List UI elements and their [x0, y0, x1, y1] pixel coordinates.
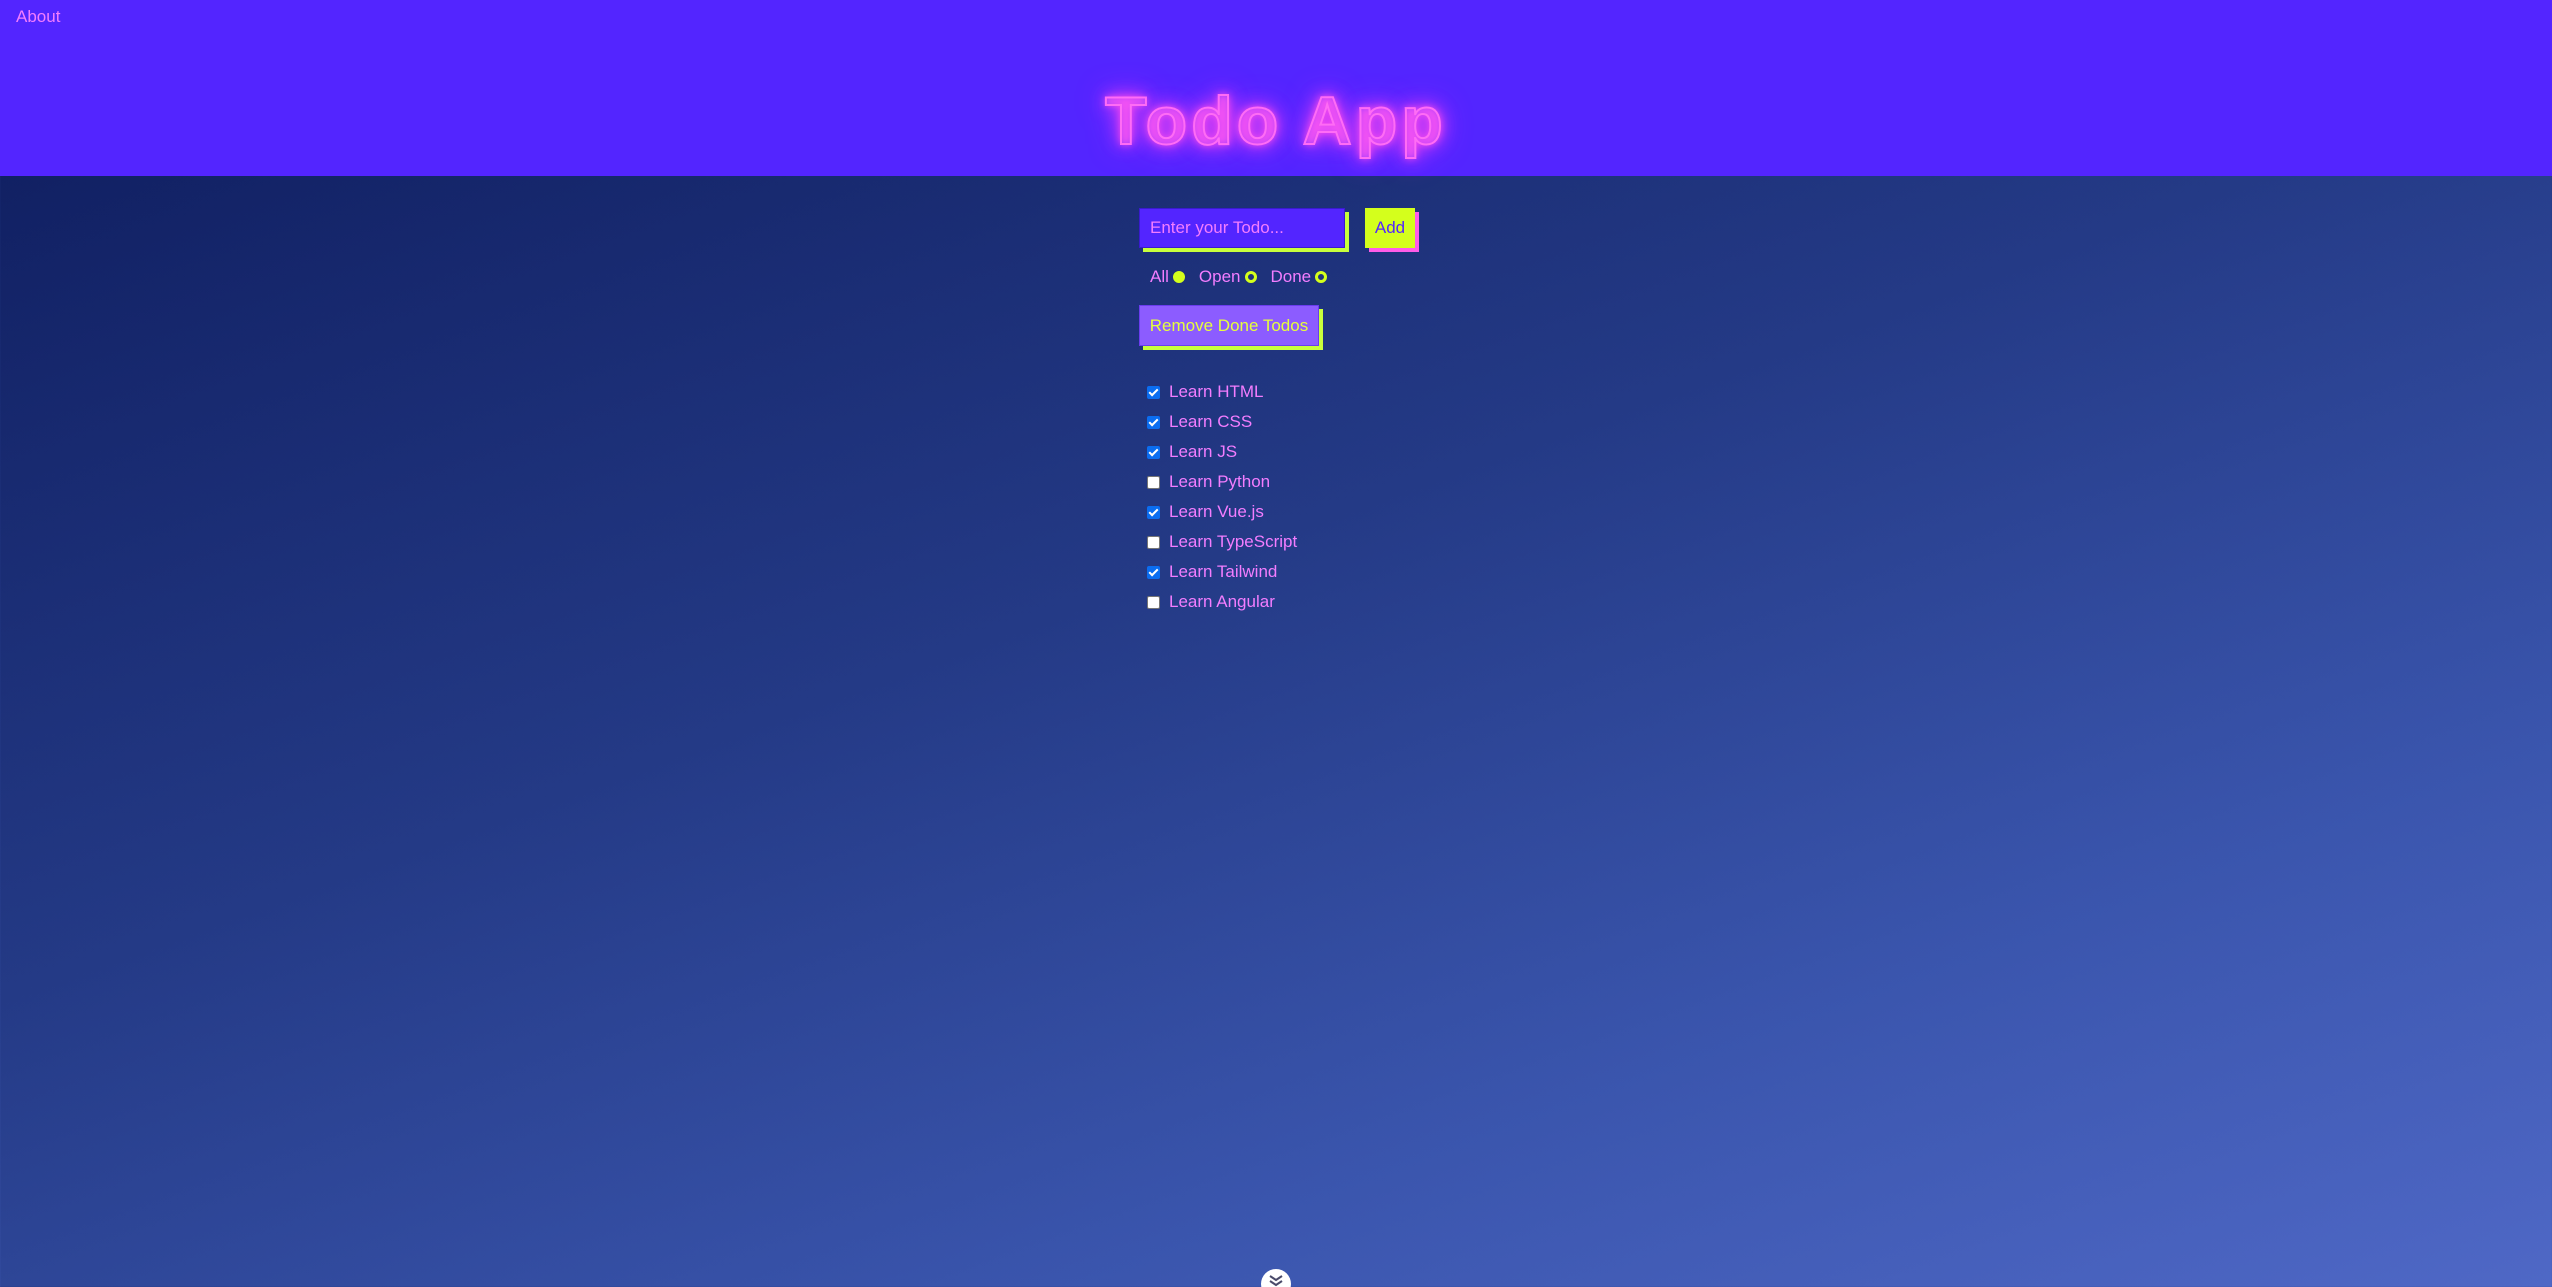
- todo-item: Learn HTML: [1147, 377, 1297, 407]
- todo-item: Learn Tailwind: [1147, 557, 1297, 587]
- filter-label: Open: [1198, 267, 1241, 286]
- todo-checkbox[interactable]: [1147, 595, 1160, 609]
- page-title: Todo App: [1104, 82, 1447, 160]
- todo-text: Learn HTML: [1169, 382, 1264, 401]
- todo-item: Learn JS: [1147, 437, 1297, 467]
- todo-checkbox[interactable]: [1147, 385, 1160, 399]
- filter-label: Done: [1270, 267, 1312, 286]
- filter-all-radio[interactable]: [1172, 271, 1185, 283]
- todo-text: Learn Tailwind: [1169, 562, 1278, 581]
- scroll-down-button[interactable]: [1261, 1269, 1291, 1287]
- filter-open[interactable]: Open: [1199, 267, 1257, 287]
- about-link[interactable]: About: [16, 7, 60, 27]
- todo-item: Learn CSS: [1147, 407, 1297, 437]
- todo-checkbox[interactable]: [1147, 475, 1160, 489]
- filter-group: All Open Done: [1150, 266, 1341, 288]
- filter-open-radio[interactable]: [1244, 271, 1257, 283]
- todo-text: Learn Python: [1169, 472, 1271, 491]
- add-button[interactable]: Add: [1365, 208, 1415, 248]
- filter-all[interactable]: All: [1150, 267, 1185, 287]
- todo-input[interactable]: [1139, 208, 1345, 248]
- todo-checkbox[interactable]: [1147, 415, 1160, 429]
- todo-item: Learn Vue.js: [1147, 497, 1297, 527]
- filter-done-radio[interactable]: [1315, 271, 1328, 283]
- chevron-double-down-icon: [1269, 1275, 1283, 1287]
- todo-text: Learn JS: [1169, 442, 1238, 461]
- todo-text: Learn Angular: [1169, 592, 1275, 611]
- todo-text: Learn CSS: [1169, 412, 1253, 431]
- todo-list: Learn HTML Learn CSS Learn JS Learn Pyth…: [1147, 377, 1297, 617]
- todo-checkbox[interactable]: [1147, 535, 1160, 549]
- todo-checkbox[interactable]: [1147, 445, 1160, 459]
- todo-checkbox[interactable]: [1147, 565, 1160, 579]
- todo-item: Learn Python: [1147, 467, 1297, 497]
- todo-text: Learn Vue.js: [1169, 502, 1264, 521]
- remove-done-button[interactable]: Remove Done Todos: [1139, 305, 1319, 346]
- todo-item: Learn TypeScript: [1147, 527, 1297, 557]
- todo-checkbox[interactable]: [1147, 505, 1160, 519]
- filter-label: All: [1150, 267, 1169, 286]
- filter-done[interactable]: Done: [1271, 267, 1328, 287]
- app-header: About Todo App: [0, 0, 2552, 176]
- todo-item: Learn Angular: [1147, 587, 1297, 617]
- todo-text: Learn TypeScript: [1169, 532, 1298, 551]
